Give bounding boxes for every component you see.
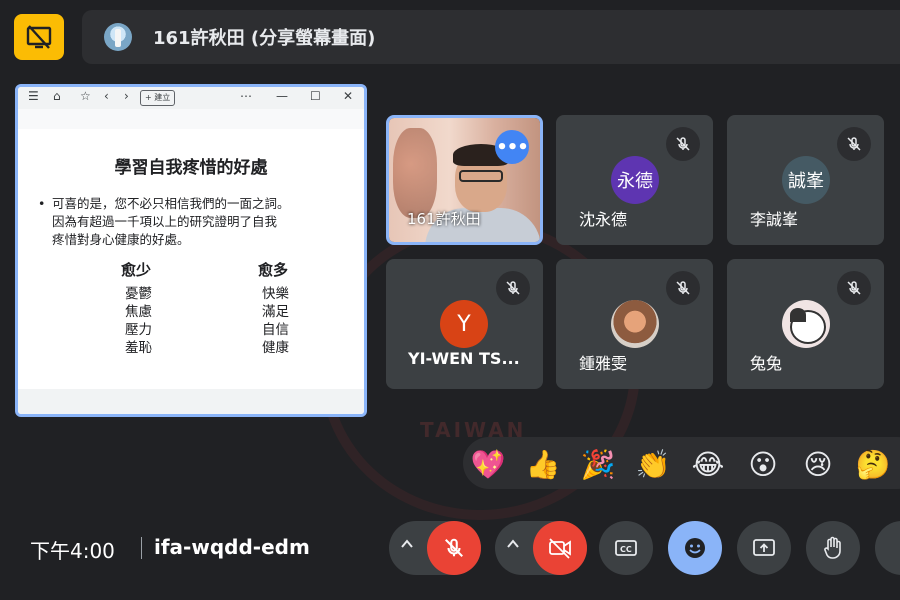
participant-name: 李誠峯 bbox=[750, 210, 799, 229]
reaction-laugh-button[interactable]: 😂 bbox=[688, 445, 728, 485]
bullet-line-3: 疼惜對身心健康的好處。 bbox=[52, 232, 190, 247]
slide-footer-strip bbox=[18, 389, 364, 414]
participant-name: 兔兔 bbox=[750, 354, 783, 373]
presenter-avatar bbox=[104, 23, 132, 51]
avatar: 永德 bbox=[611, 156, 659, 204]
slide-strip bbox=[18, 109, 364, 129]
menu-icon[interactable]: ☰ bbox=[28, 89, 39, 103]
camera-off-icon bbox=[549, 538, 571, 559]
participant-tile[interactable]: 兔兔 bbox=[727, 259, 884, 389]
reaction-clap-button[interactable]: 👏 bbox=[633, 445, 673, 485]
new-tab-button[interactable]: + 建立 bbox=[140, 90, 176, 106]
more-item: 健康 bbox=[262, 340, 289, 356]
forward-icon[interactable]: › bbox=[124, 89, 129, 103]
mic-off-icon bbox=[837, 127, 871, 161]
raise-hand-icon bbox=[824, 536, 841, 559]
avatar-photo bbox=[782, 300, 830, 348]
participant-tile[interactable]: 鍾雅雯 bbox=[556, 259, 713, 389]
captions-icon: CC bbox=[615, 540, 637, 556]
star-icon[interactable]: ☆ bbox=[80, 89, 91, 103]
mic-off-icon bbox=[496, 271, 530, 305]
meeting-code: ifa-wqdd-edm bbox=[154, 535, 310, 559]
browser-toolbar: ☰ ⌂ ☆ ‹ › + 建立 ⋯ — ☐ ✕ bbox=[18, 87, 364, 110]
svg-text:CC: CC bbox=[620, 545, 632, 554]
meeting-time: 下午4:00 bbox=[30, 539, 115, 563]
participant-name: 鍾雅雯 bbox=[579, 354, 628, 373]
raise-hand-button[interactable] bbox=[806, 521, 860, 575]
reaction-surprised-button[interactable]: 😮 bbox=[743, 445, 783, 485]
present-now-button[interactable] bbox=[737, 521, 791, 575]
mic-off-icon bbox=[837, 271, 871, 305]
tile-more-button[interactable]: ••• bbox=[495, 130, 529, 164]
reaction-party-button[interactable]: 🎉 bbox=[578, 445, 618, 485]
reaction-sad-button[interactable]: 😢 bbox=[798, 445, 838, 485]
avatar-photo bbox=[611, 300, 659, 348]
participant-name: 沈永德 bbox=[579, 210, 628, 229]
reaction-thinking-button[interactable]: 🤔 bbox=[853, 445, 893, 485]
avatar: Y bbox=[440, 300, 488, 348]
mic-off-icon bbox=[666, 271, 700, 305]
participant-tile-video[interactable]: ••• 161許秋田 bbox=[386, 115, 543, 245]
chevron-up-icon[interactable] bbox=[506, 536, 520, 555]
bullet-line-2: 因為有超過一千項以上的研究證明了自我 bbox=[52, 214, 278, 229]
participant-name: YI-WEN TS... bbox=[408, 349, 520, 368]
close-icon[interactable]: ✕ bbox=[343, 89, 353, 103]
participant-tile[interactable]: 誠峯 李誠峯 bbox=[727, 115, 884, 245]
stop-presenting-button[interactable] bbox=[14, 14, 64, 60]
less-item: 羞恥 bbox=[125, 340, 152, 356]
present-stop-icon bbox=[26, 25, 52, 49]
less-header: 愈少 bbox=[121, 261, 152, 279]
reaction-thumbsup-button[interactable]: 👍 bbox=[523, 445, 563, 485]
more-header: 愈多 bbox=[258, 261, 289, 279]
slide-title: 學習自我疼惜的好處 bbox=[114, 158, 268, 178]
minimize-icon[interactable]: — bbox=[276, 89, 288, 103]
shared-screen[interactable]: ☰ ⌂ ☆ ‹ › + 建立 ⋯ — ☐ ✕ 學習自我疼惜的好處 • 可喜的是，… bbox=[15, 84, 367, 417]
less-item: 壓力 bbox=[125, 322, 152, 338]
slide-bullet: • 可喜的是，您不必只相信我們的一面之詞。 因為有超過一千項以上的研究證明了自我… bbox=[38, 195, 338, 249]
more-horiz-icon[interactable]: ⋯ bbox=[240, 89, 252, 103]
reaction-heart-button[interactable]: 💖 bbox=[468, 445, 508, 485]
camera-toggle-button[interactable] bbox=[533, 521, 587, 575]
video-person-glasses bbox=[459, 170, 503, 182]
emoji-reaction-button[interactable] bbox=[668, 521, 722, 575]
less-item: 焦慮 bbox=[125, 304, 152, 320]
more-item: 滿足 bbox=[262, 304, 289, 320]
chevron-up-icon[interactable] bbox=[400, 536, 414, 555]
footer-divider bbox=[141, 537, 142, 559]
video-plant bbox=[393, 128, 437, 218]
present-screen-icon bbox=[753, 539, 775, 556]
participant-tile[interactable]: Y YI-WEN TS... bbox=[386, 259, 543, 389]
participant-name: 161許秋田 bbox=[407, 210, 481, 228]
mic-off-icon bbox=[445, 538, 463, 557]
maximize-icon[interactable]: ☐ bbox=[310, 89, 321, 103]
bullet-line-1: 可喜的是，您不必只相信我們的一面之詞。 bbox=[52, 196, 290, 211]
mic-off-icon bbox=[666, 127, 700, 161]
more-item: 快樂 bbox=[262, 286, 289, 302]
participant-tile[interactable]: 永德 沈永德 bbox=[556, 115, 713, 245]
less-item: 憂鬱 bbox=[125, 286, 152, 302]
more-item: 自信 bbox=[262, 322, 289, 338]
home-icon[interactable]: ⌂ bbox=[53, 89, 61, 103]
back-icon[interactable]: ‹ bbox=[104, 89, 109, 103]
mic-toggle-button[interactable] bbox=[427, 521, 481, 575]
presenter-title: 161許秋田 (分享螢幕畫面) bbox=[153, 28, 376, 49]
emoji-icon bbox=[685, 538, 705, 558]
bullet-dot: • bbox=[38, 196, 46, 211]
more-options-button[interactable] bbox=[875, 521, 900, 575]
captions-button[interactable]: CC bbox=[599, 521, 653, 575]
avatar: 誠峯 bbox=[782, 156, 830, 204]
